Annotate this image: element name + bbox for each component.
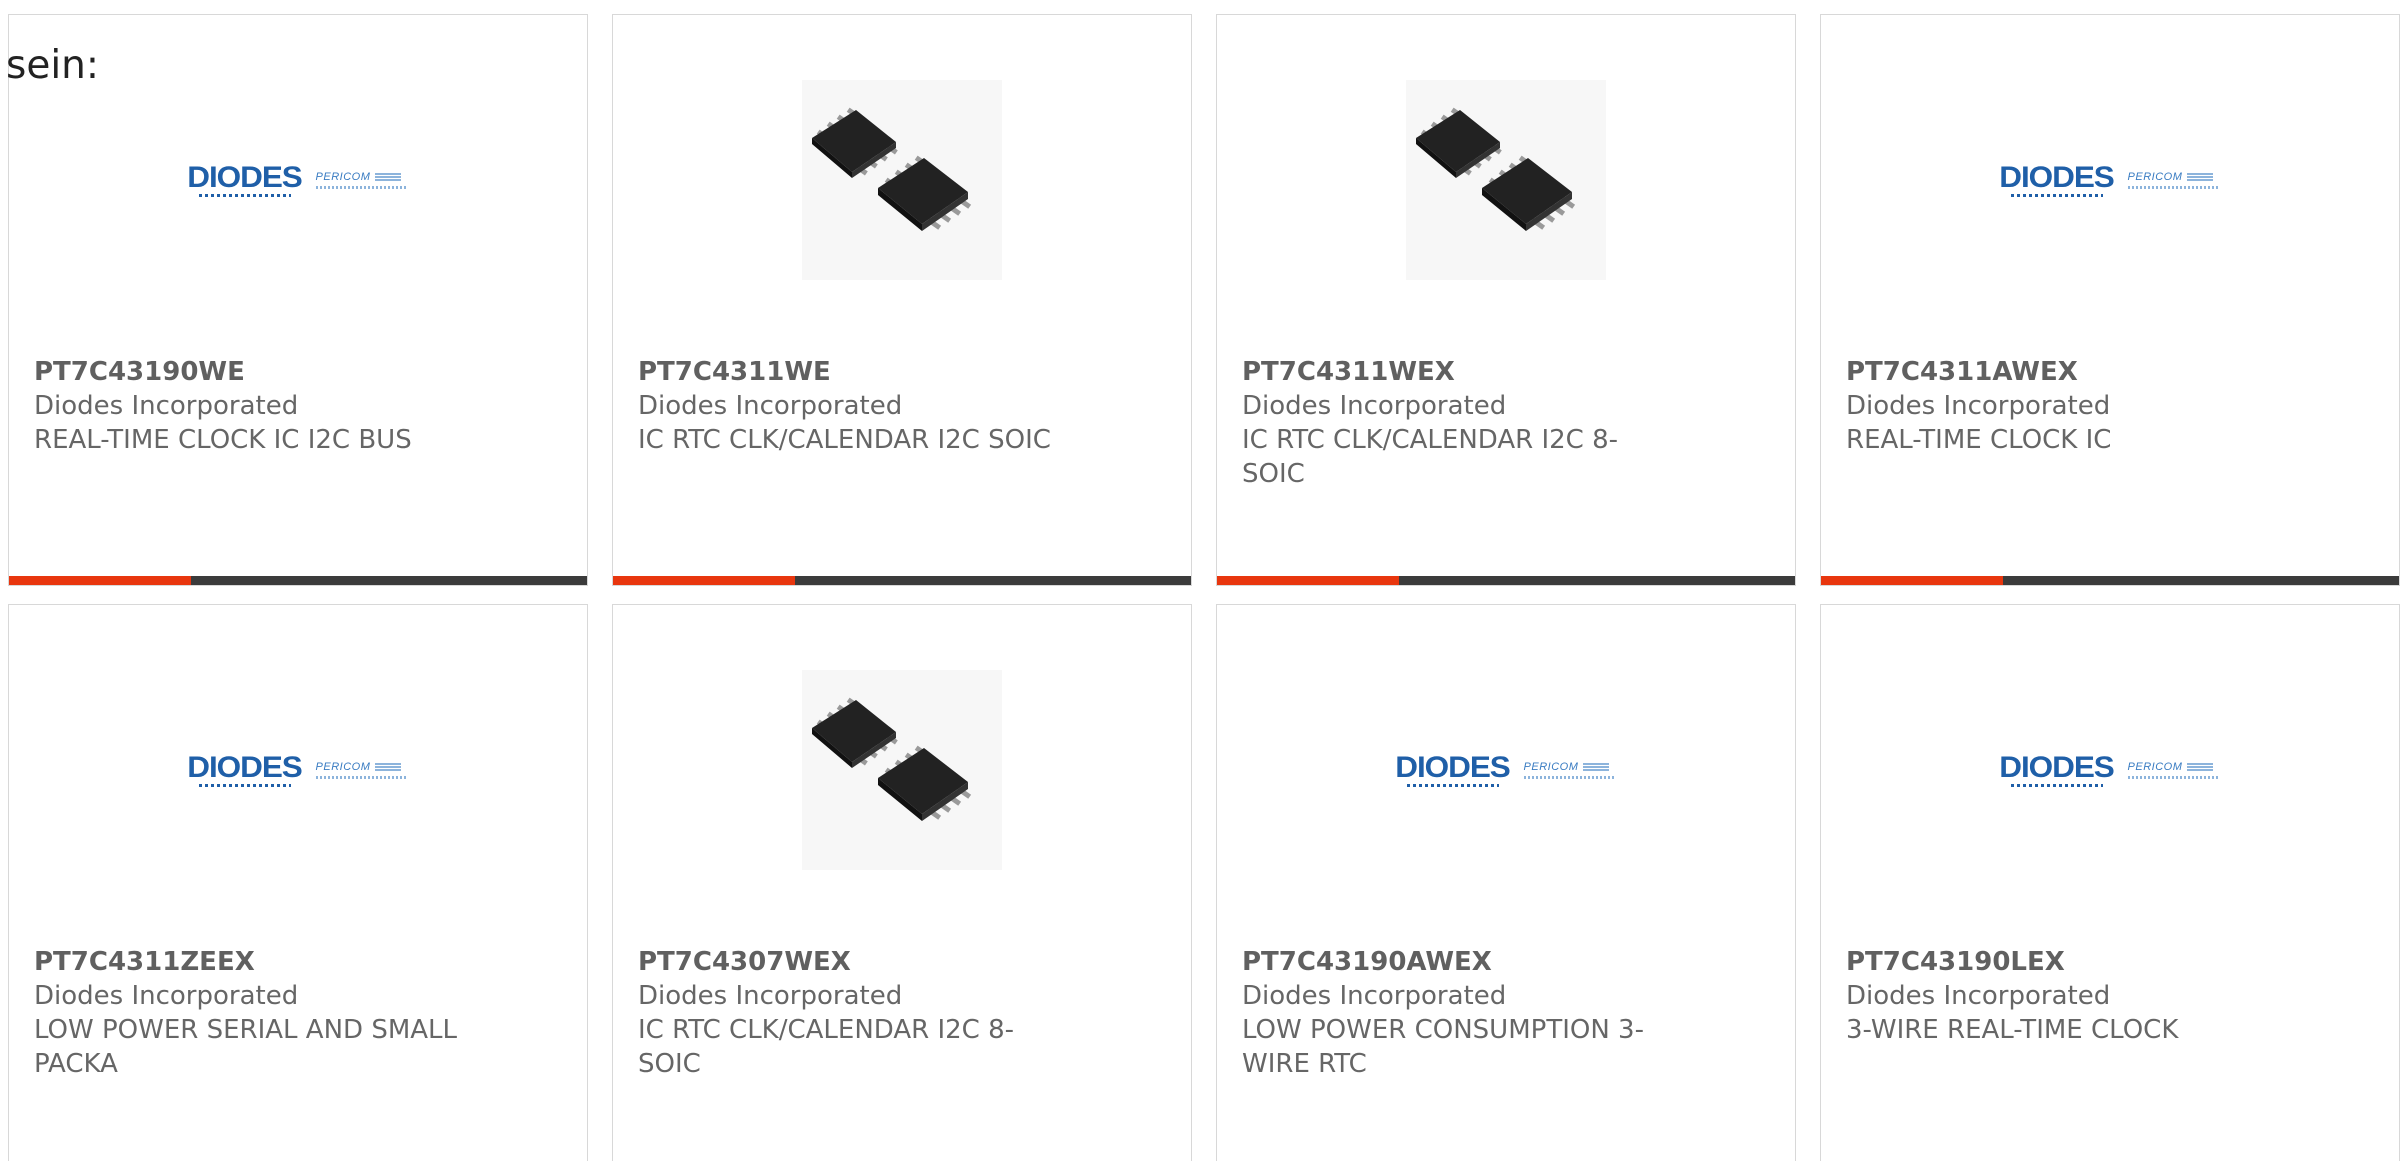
product-description: LOW POWER CONSUMPTION 3-WIRE RTC (1242, 1015, 1644, 1079)
product-image (613, 665, 1191, 875)
part-number[interactable]: PT7C43190WE (34, 355, 464, 389)
product-card[interactable]: PT7C4311WE Diodes Incorporated IC RTC CL… (612, 14, 1192, 586)
product-image: DIODES PERICOM (9, 665, 587, 875)
logo-partner: PERICOM (2127, 761, 2183, 773)
diodes-logo-icon: DIODES PERICOM (187, 751, 406, 787)
diodes-logo-icon: DIODES PERICOM (1999, 161, 2218, 197)
part-number[interactable]: PT7C4311AWEX (1846, 355, 2276, 389)
card-bar (613, 576, 1191, 585)
part-number[interactable]: PT7C4311WE (638, 355, 1068, 389)
card-bar (1821, 576, 2399, 585)
manufacturer: Diodes Incorporated (34, 981, 299, 1011)
product-card[interactable]: DIODES PERICOM PT7C43190LEX Diodes Incor… (1820, 604, 2400, 1161)
manufacturer: Diodes Incorporated (638, 981, 903, 1011)
logo-partner: PERICOM (1523, 761, 1579, 773)
product-image: DIODES PERICOM (1821, 665, 2399, 875)
manufacturer: Diodes Incorporated (1846, 391, 2111, 421)
product-card[interactable]: DIODES PERICOM PT7C4311AWEX Diodes Incor… (1820, 14, 2400, 586)
soic-chip-icon (1406, 80, 1606, 280)
logo-partner: PERICOM (315, 171, 371, 183)
part-number[interactable]: PT7C4311WEX (1242, 355, 1672, 389)
manufacturer: Diodes Incorporated (638, 391, 903, 421)
product-card[interactable]: DIODES PERICOM PT7C4311ZEEX Diodes Incor… (8, 604, 588, 1161)
logo-partner: PERICOM (315, 761, 371, 773)
product-description: REAL-TIME CLOCK IC (1846, 425, 2112, 455)
product-description: REAL-TIME CLOCK IC I2C BUS (34, 425, 412, 455)
manufacturer: Diodes Incorporated (1242, 391, 1507, 421)
part-number[interactable]: PT7C4307WEX (638, 945, 1068, 979)
page: sein: DIODES PERICOM PT7C43190WE Diodes … (0, 0, 2400, 1161)
product-card[interactable]: DIODES PERICOM PT7C43190AWEX Diodes Inco… (1216, 604, 1796, 1161)
product-description: 3-WIRE REAL-TIME CLOCK (1846, 1015, 2179, 1045)
manufacturer: Diodes Incorporated (1242, 981, 1507, 1011)
product-card[interactable]: PT7C4307WEX Diodes Incorporated IC RTC C… (612, 604, 1192, 1161)
soic-chip-icon (802, 80, 1002, 280)
logo-wordmark: DIODES (1999, 161, 2116, 194)
manufacturer: Diodes Incorporated (34, 391, 299, 421)
product-image (613, 75, 1191, 285)
card-bar (9, 576, 587, 585)
soic-chip-icon (802, 670, 1002, 870)
product-card[interactable]: PT7C4311WEX Diodes Incorporated IC RTC C… (1216, 14, 1796, 586)
product-description: IC RTC CLK/CALENDAR I2C SOIC (638, 425, 1051, 455)
product-description: IC RTC CLK/CALENDAR I2C 8-SOIC (638, 1015, 1015, 1079)
manufacturer: Diodes Incorporated (1846, 981, 2111, 1011)
logo-wordmark: DIODES (187, 161, 304, 194)
product-description: LOW POWER SERIAL AND SMALL PACKA (34, 1015, 458, 1079)
diodes-logo-icon: DIODES PERICOM (1395, 751, 1614, 787)
product-image: DIODES PERICOM (1821, 75, 2399, 285)
product-image (1217, 75, 1795, 285)
product-image: DIODES PERICOM (9, 75, 587, 285)
diodes-logo-icon: DIODES PERICOM (1999, 751, 2218, 787)
card-bar (1217, 576, 1795, 585)
product-grid: DIODES PERICOM PT7C43190WE Diodes Incorp… (8, 14, 2400, 1161)
product-description: IC RTC CLK/CALENDAR I2C 8-SOIC (1242, 425, 1619, 489)
logo-partner: PERICOM (2127, 171, 2183, 183)
part-number[interactable]: PT7C4311ZEEX (34, 945, 464, 979)
lead-text: sein: (6, 43, 100, 88)
part-number[interactable]: PT7C43190LEX (1846, 945, 2276, 979)
product-image: DIODES PERICOM (1217, 665, 1795, 875)
logo-wordmark: DIODES (1999, 751, 2116, 784)
diodes-logo-icon: DIODES PERICOM (187, 161, 406, 197)
logo-wordmark: DIODES (187, 751, 304, 784)
product-card[interactable]: DIODES PERICOM PT7C43190WE Diodes Incorp… (8, 14, 588, 586)
logo-wordmark: DIODES (1395, 751, 1512, 784)
part-number[interactable]: PT7C43190AWEX (1242, 945, 1672, 979)
